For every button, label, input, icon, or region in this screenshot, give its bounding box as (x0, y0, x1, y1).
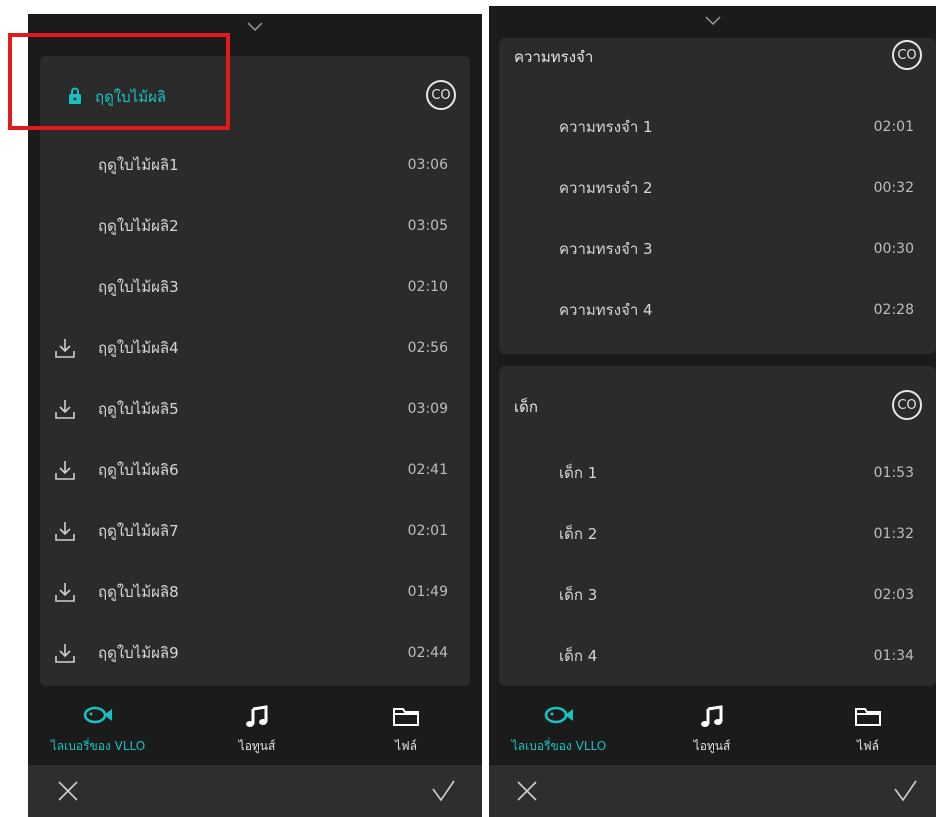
category-title: เด็ก (514, 397, 538, 416)
track-name: เด็ก 2 (559, 524, 598, 543)
track-duration: 02:01 (873, 118, 914, 135)
track-row[interactable]: ฤดูใบไม้ผลิ5 03:09 (40, 378, 470, 439)
track-duration: 00:30 (873, 240, 914, 257)
download-icon[interactable] (54, 642, 76, 664)
track-duration: 03:06 (407, 156, 448, 173)
track-duration: 02:41 (407, 461, 448, 478)
track-name: ฤดูใบไม้ผลิ1 (98, 155, 179, 174)
chevron-down-icon[interactable] (704, 16, 721, 26)
track-row[interactable]: ฤดูใบไม้ผลิ8 01:49 (40, 561, 470, 622)
track-row[interactable]: ฤดูใบไม้ผลิ2 03:05 (40, 195, 470, 256)
track-name: ฤดูใบไม้ผลิ8 (98, 582, 179, 601)
check-icon[interactable] (893, 779, 917, 803)
track-duration: 02:28 (873, 301, 914, 318)
folder-icon (393, 708, 419, 726)
source-tab-bar: ไลเบอรี่ของ VLLO ไอทูนส์ ไฟล์ (28, 687, 482, 765)
chevron-down-icon[interactable] (247, 22, 263, 32)
tab-vllo-library[interactable]: ไลเบอรี่ของ VLLO (489, 687, 634, 765)
category-title: ความทรงจำ (514, 47, 594, 66)
category-card: ความทรงจำ CO ความทรงจำ 1 02:01 ความทรงจำ 2 00… (499, 38, 936, 354)
track-row[interactable]: ฤดูใบไม้ผลิ4 02:56 (40, 317, 470, 378)
category-card: เด็ก CO เด็ก 1 01:53 เด็ก 2 01:32 เด็ก 3 02:03 เ… (499, 366, 936, 686)
track-duration: 00:32 (873, 179, 914, 196)
track-name: เด็ก 1 (559, 463, 598, 482)
track-name: ฤดูใบไม้ผลิ2 (98, 216, 179, 235)
fish-icon (544, 706, 573, 724)
tab-itunes[interactable]: ไอทูนส์ (182, 687, 332, 765)
track-duration: 02:01 (407, 522, 448, 539)
tab-files[interactable]: ไฟล์ (331, 687, 481, 765)
track-name: ฤดูใบไม้ผลิ3 (98, 277, 179, 296)
highlight-box (8, 33, 230, 130)
tab-files[interactable]: ไฟล์ (793, 687, 936, 765)
track-name: ฤดูใบไม้ผลิ7 (98, 521, 179, 540)
download-icon[interactable] (54, 459, 76, 481)
track-row[interactable]: ความทรงจำ 4 02:28 (499, 279, 936, 340)
track-row[interactable]: ฤดูใบไม้ผลิ7 02:01 (40, 500, 470, 561)
category-header[interactable]: เด็ก CO (499, 376, 936, 437)
track-duration: 01:34 (873, 647, 914, 664)
music-note-icon (701, 705, 723, 727)
cc-license-icon[interactable]: CO (892, 390, 922, 420)
download-icon[interactable] (54, 520, 76, 542)
category-header[interactable]: ความทรงจำ CO (499, 26, 936, 87)
left-screen: ฤดูใบไม้ผลิ CO ฤดูใบไม้ผลิ1 03:06 ฤดูใบไม้… (28, 14, 482, 817)
track-duration: 02:56 (407, 339, 448, 356)
download-icon[interactable] (54, 337, 76, 359)
track-row[interactable]: ความทรงจำ 3 00:30 (499, 218, 936, 279)
track-name: ฤดูใบไม้ผลิ9 (98, 643, 179, 662)
fish-icon (83, 706, 112, 724)
track-row[interactable]: ฤดูใบไม้ผลิ1 03:06 (40, 134, 470, 195)
track-row[interactable]: ความทรงจำ 1 02:01 (499, 96, 936, 157)
track-name: ความทรงจำ 2 (559, 178, 653, 197)
action-bar (28, 765, 482, 817)
track-duration: 01:32 (873, 525, 914, 542)
close-icon[interactable] (56, 779, 80, 803)
track-row[interactable]: เด็ก 4 01:34 (499, 625, 936, 686)
track-name: เด็ก 4 (559, 646, 598, 665)
track-row[interactable]: เด็ก 1 01:53 (499, 442, 936, 503)
check-icon[interactable] (431, 779, 455, 803)
tab-label: ไฟล์ (395, 739, 417, 753)
tab-label: ไอทูนส์ (238, 739, 276, 753)
track-name: เด็ก 3 (559, 585, 598, 604)
track-duration: 01:49 (407, 583, 448, 600)
tab-label: ไลเบอรี่ของ VLLO (511, 739, 607, 753)
tab-vllo-library[interactable]: ไลเบอรี่ของ VLLO (28, 687, 173, 765)
cc-license-icon[interactable]: CO (892, 40, 922, 70)
track-row[interactable]: ความทรงจำ 2 00:32 (499, 157, 936, 218)
download-icon[interactable] (54, 398, 76, 420)
music-note-icon (246, 705, 268, 727)
category-card: ฤดูใบไม้ผลิ CO ฤดูใบไม้ผลิ1 03:06 ฤดูใบไม้… (40, 56, 470, 686)
track-row[interactable]: ฤดูใบไม้ผลิ3 02:10 (40, 256, 470, 317)
track-name: ฤดูใบไม้ผลิ6 (98, 460, 179, 479)
track-duration: 02:44 (407, 644, 448, 661)
track-name: ฤดูใบไม้ผลิ5 (98, 399, 179, 418)
track-row[interactable]: ฤดูใบไม้ผลิ6 02:41 (40, 439, 470, 500)
track-row[interactable]: เด็ก 3 02:03 (499, 564, 936, 625)
track-duration: 01:53 (873, 464, 914, 481)
download-icon[interactable] (54, 581, 76, 603)
source-tab-bar: ไลเบอรี่ของ VLLO ไอทูนส์ ไฟล์ (489, 687, 936, 765)
close-icon[interactable] (515, 779, 539, 803)
folder-icon (855, 708, 881, 726)
track-name: ความทรงจำ 4 (559, 300, 653, 319)
track-duration: 02:10 (407, 278, 448, 295)
tab-label: ไอทูนส์ (693, 739, 731, 753)
track-duration: 03:05 (407, 217, 448, 234)
right-screen: ความทรงจำ CO ความทรงจำ 1 02:01 ความทรงจำ 2 00… (489, 6, 936, 817)
cc-license-icon[interactable]: CO (426, 80, 456, 110)
track-name: ความทรงจำ 3 (559, 239, 653, 258)
action-bar (489, 765, 936, 817)
tab-label: ไฟล์ (857, 739, 879, 753)
track-name: ฤดูใบไม้ผลิ4 (98, 338, 179, 357)
tab-itunes[interactable]: ไอทูนส์ (637, 687, 787, 765)
track-name: ความทรงจำ 1 (559, 117, 653, 136)
track-row[interactable]: เด็ก 2 01:32 (499, 503, 936, 564)
track-duration: 02:03 (873, 586, 914, 603)
track-duration: 03:09 (407, 400, 448, 417)
tab-label: ไลเบอรี่ของ VLLO (50, 739, 146, 753)
track-row[interactable]: ฤดูใบไม้ผลิ9 02:44 (40, 622, 470, 683)
